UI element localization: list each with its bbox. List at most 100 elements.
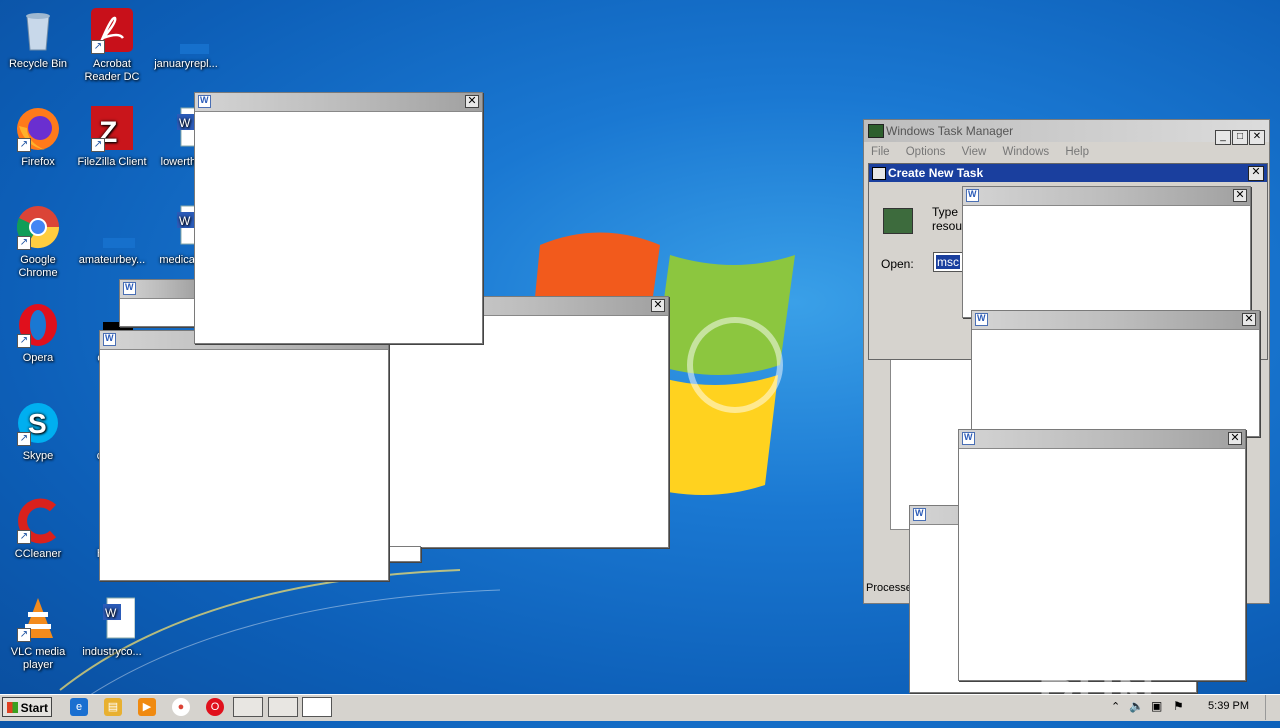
word-document-icon: W [89, 596, 136, 642]
menu-help[interactable]: Help [1065, 146, 1089, 158]
word-window[interactable]: ✕ [971, 310, 1260, 437]
close-icon[interactable]: ✕ [1248, 166, 1264, 181]
svg-text:W: W [179, 116, 191, 130]
desktop-icon-label: Google Chrome [18, 254, 58, 279]
file-icon [163, 8, 224, 54]
taskbar-run-button[interactable] [302, 697, 332, 717]
show-desktop-button[interactable] [1265, 695, 1280, 720]
internet-explorer-icon[interactable]: e [70, 698, 88, 716]
start-button[interactable]: Start [2, 697, 52, 717]
close-icon[interactable]: ✕ [1228, 432, 1242, 445]
word-app-icon [962, 432, 975, 445]
dialog-prompt: resou [932, 219, 963, 233]
media-player-icon[interactable]: ▶ [138, 698, 156, 716]
desktop-icon-opera[interactable]: ↗ Opera [0, 302, 76, 365]
shortcut-arrow-icon: ↗ [17, 432, 31, 446]
shortcut-arrow-icon: ↗ [17, 530, 31, 544]
desktop-icon-label: VLC media player [10, 646, 66, 671]
desktop-icon-chrome[interactable]: ↗ Google Chrome [0, 204, 76, 280]
word-window[interactable]: ✕ [194, 92, 483, 344]
taskbar-word-button[interactable] [233, 697, 263, 717]
status-bar: Processe [866, 582, 912, 594]
shortcut-arrow-icon: ↗ [91, 138, 105, 152]
close-icon[interactable]: ✕ [465, 95, 479, 108]
word-window[interactable] [99, 330, 389, 581]
vlc-icon: ↗ [15, 596, 61, 642]
file-explorer-icon[interactable]: ▤ [104, 698, 122, 716]
desktop-icon-label: Opera [22, 352, 54, 364]
window-titlebar[interactable]: ✕ [959, 430, 1245, 449]
opera-icon[interactable]: O [206, 698, 224, 716]
shortcut-arrow-icon: ↗ [91, 40, 105, 54]
dialog-titlebar[interactable]: Create New Task ✕ [869, 164, 1267, 182]
word-window-fragment [385, 546, 421, 562]
firefox-icon: ↗ [15, 106, 61, 152]
filezilla-icon: Z ↗ [89, 106, 135, 152]
chrome-icon[interactable]: ● [172, 698, 190, 716]
word-app-icon [123, 282, 136, 295]
file-icon [89, 204, 147, 250]
desktop-icon-label: Skype [22, 450, 54, 462]
dialog-prompt: Type [932, 205, 959, 219]
desktop-icon-label: FileZilla Client [77, 156, 147, 168]
action-center-flag-icon[interactable]: ⚑ [1173, 699, 1184, 713]
window-titlebar[interactable]: ✕ [195, 93, 482, 112]
volume-icon[interactable]: 🔈 [1129, 699, 1144, 713]
desktop-icon-acrobat[interactable]: ↗ Acrobat Reader DC [74, 8, 150, 84]
menu-view[interactable]: View [962, 146, 987, 158]
desktop-icon-recycle-bin[interactable]: Recycle Bin [0, 8, 76, 71]
maximize-icon[interactable]: □ [1232, 130, 1248, 145]
window-titlebar[interactable] [120, 280, 198, 299]
chrome-icon: ↗ [15, 204, 61, 250]
word-app-icon [966, 189, 979, 202]
close-icon[interactable]: ✕ [1249, 130, 1265, 145]
word-window[interactable] [119, 279, 199, 327]
desktop-icon-label: Firefox [21, 156, 55, 168]
desktop-icon-filezilla[interactable]: Z ↗ FileZilla Client [74, 106, 150, 169]
minimize-icon[interactable]: _ [1215, 130, 1231, 145]
menu-file[interactable]: File [871, 146, 890, 158]
taskbar: Start e ▤ ▶ ● O ⌃ 🔈 ▣ ⚑ 5:39 PM [0, 694, 1280, 721]
desktop-icon-ccleaner[interactable]: ↗ CCleaner [0, 498, 76, 561]
network-icon[interactable]: ▣ [1151, 699, 1162, 713]
desktop-icon-amateurbey[interactable]: amateurbey... [74, 204, 150, 267]
shortcut-arrow-icon: ↗ [17, 138, 31, 152]
task-manager-icon [868, 124, 884, 138]
desktop-icon-label: januaryrepl... [154, 58, 218, 70]
word-app-icon [913, 508, 926, 521]
open-label: Open: [881, 257, 914, 271]
clock[interactable]: 5:39 PM [1208, 700, 1249, 712]
run-icon [872, 167, 886, 180]
desktop-icon-januaryrepl[interactable]: januaryrepl... [148, 8, 224, 71]
close-icon[interactable]: ✕ [651, 299, 665, 312]
desktop-icon-firefox[interactable]: ↗ Firefox [0, 106, 76, 169]
desktop-icon-industryco[interactable]: W industryco... [74, 596, 150, 659]
desktop-icon-label: Recycle Bin [8, 58, 68, 70]
tray-chevron-icon[interactable]: ⌃ [1111, 700, 1120, 713]
shortcut-arrow-icon: ↗ [17, 236, 31, 250]
desktop-icon-label: industryco... [82, 646, 142, 658]
desktop-icon-label: amateurbey... [78, 254, 146, 266]
taskbar-task-manager-button[interactable] [268, 697, 298, 717]
desktop-icon-skype[interactable]: S ↗ Skype [0, 400, 76, 463]
run-program-icon [883, 208, 913, 234]
word-app-icon [198, 95, 211, 108]
window-titlebar[interactable]: ✕ [963, 187, 1250, 206]
svg-text:W: W [179, 214, 191, 228]
close-icon[interactable]: ✕ [1233, 189, 1247, 202]
menu-windows[interactable]: Windows [1003, 146, 1050, 158]
desktop-icon-vlc[interactable]: ↗ VLC media player [0, 596, 76, 672]
word-window[interactable]: ✕ [962, 186, 1251, 318]
desktop-icon-label: CCleaner [14, 548, 62, 560]
recycle-bin-icon [15, 8, 61, 54]
open-input-value: msc [936, 255, 960, 269]
desktop-icon-label: Acrobat Reader DC [84, 58, 140, 83]
acrobat-icon: ↗ [89, 8, 135, 54]
skype-icon: S ↗ [15, 400, 61, 446]
menu-options[interactable]: Options [906, 146, 946, 158]
dialog-title: Create New Task [888, 166, 984, 180]
task-manager-titlebar[interactable]: Windows Task Manager _ □ ✕ [864, 120, 1269, 145]
window-titlebar[interactable]: ✕ [972, 311, 1259, 330]
close-icon[interactable]: ✕ [1242, 313, 1256, 326]
shortcut-arrow-icon: ↗ [17, 334, 31, 348]
